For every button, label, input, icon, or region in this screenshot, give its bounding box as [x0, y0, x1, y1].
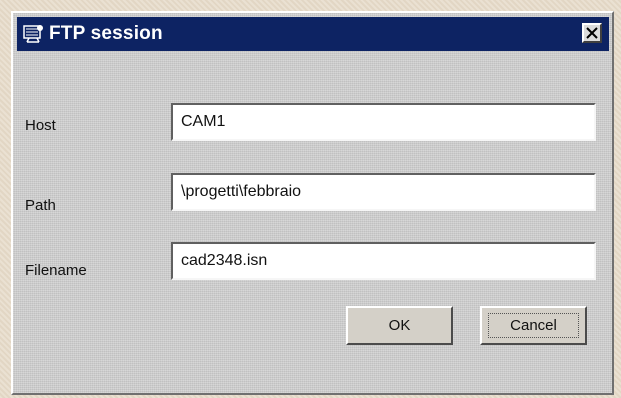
- host-label: Host: [25, 117, 56, 134]
- dialog-title: FTP session: [49, 23, 163, 44]
- close-icon: [586, 27, 598, 39]
- filename-input[interactable]: cad2348.isn: [171, 242, 596, 280]
- cancel-button[interactable]: Cancel: [480, 306, 587, 345]
- ok-button[interactable]: OK: [346, 306, 453, 345]
- filename-label: Filename: [25, 262, 87, 279]
- path-input[interactable]: \progetti\febbraio: [171, 173, 596, 211]
- ftp-session-dialog: FTP session Host CAM1 Path \progetti\feb…: [11, 11, 614, 395]
- desktop-background: FTP session Host CAM1 Path \progetti\feb…: [0, 0, 621, 398]
- cancel-button-label: Cancel: [510, 317, 557, 334]
- path-label: Path: [25, 197, 56, 214]
- dialog-titlebar[interactable]: FTP session: [17, 17, 609, 51]
- ftp-session-icon: [22, 23, 44, 43]
- ok-button-label: OK: [388, 317, 411, 334]
- close-button[interactable]: [582, 23, 602, 43]
- host-input[interactable]: CAM1: [171, 103, 596, 141]
